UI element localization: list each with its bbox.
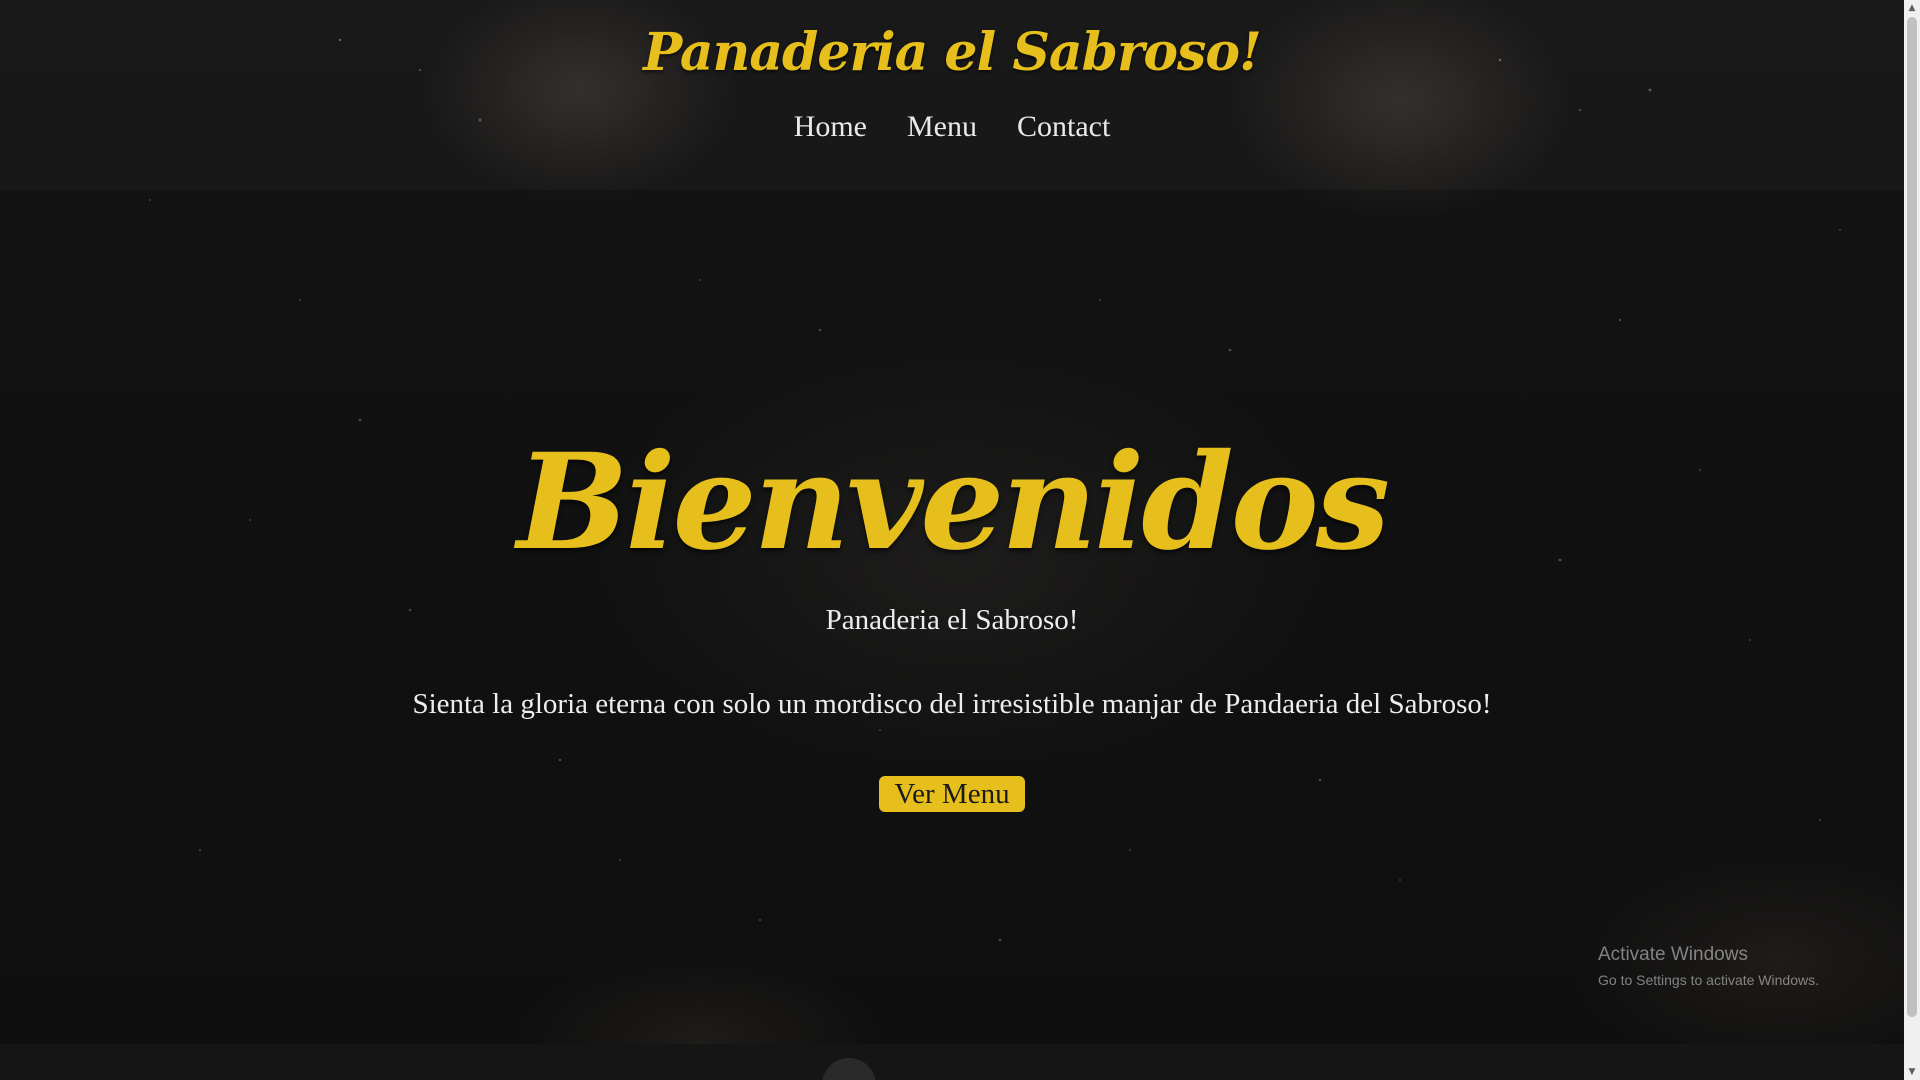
site-footer [0,1044,1904,1080]
scroll-down-icon[interactable]: ▼ [1904,1064,1920,1080]
vertical-scrollbar[interactable]: ▲ ▼ [1904,0,1920,1080]
nav-link-menu[interactable]: Menu [907,110,977,144]
main-nav: Home Menu Contact [0,110,1904,144]
nav-link-home[interactable]: Home [794,110,867,144]
scrollbar-thumb[interactable] [1907,17,1917,1017]
hero-subtitle: Panaderia el Sabroso! [825,604,1079,636]
windows-activation-watermark: Activate Windows Go to Settings to activ… [1598,944,1819,988]
scroll-up-icon[interactable]: ▲ [1904,0,1920,16]
hero-description: Sienta la gloria eterna con solo un mord… [412,688,1492,720]
page: Panaderia el Sabroso! Home Menu Contact … [0,0,1920,1080]
nav-link-contact[interactable]: Contact [1017,110,1110,144]
hero-title: Bienvenidos [516,425,1390,580]
site-logo[interactable]: Panaderia el Sabroso! [0,22,1904,83]
activation-title: Activate Windows [1598,944,1748,965]
activation-subtitle: Go to Settings to activate Windows. [1598,972,1819,988]
view-menu-button[interactable]: Ver Menu [879,776,1025,812]
